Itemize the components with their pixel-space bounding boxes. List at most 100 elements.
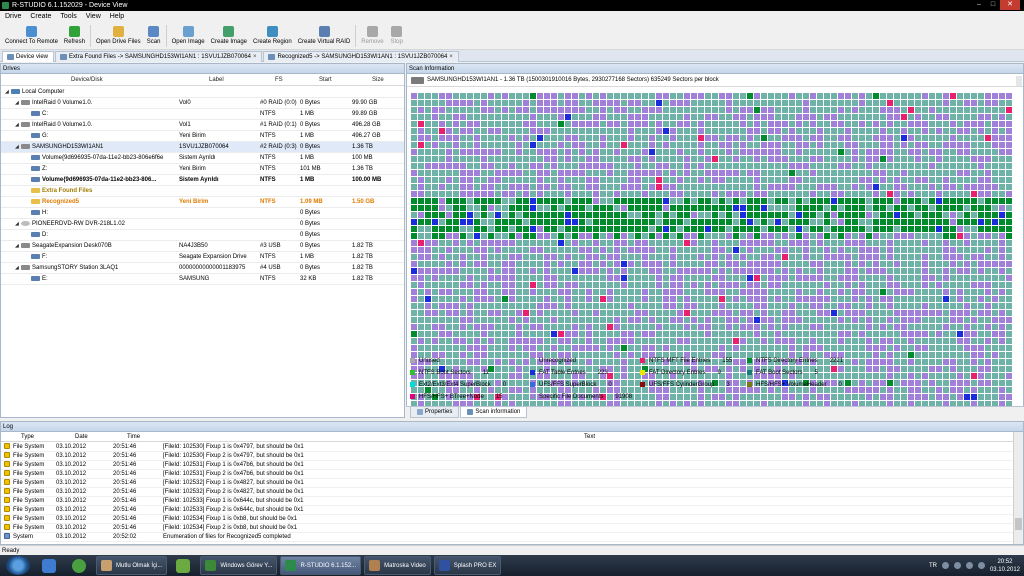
tab-2[interactable]: Recognized5 -> SAMSUNGHD153WI1AN1 : 1SVU…: [263, 51, 459, 63]
create-image-button[interactable]: Create Image: [208, 22, 250, 50]
log-col-time[interactable]: Time: [127, 432, 140, 442]
tray-icon[interactable]: [965, 562, 973, 569]
drive-row[interactable]: ◢ IntelRaid 0 Volume1.0. Vol1 #1 RAID (0:1)…: [1, 120, 404, 131]
drive-row[interactable]: Volume{9d696935-07da-11e2-bb23-806... Sis…: [1, 175, 404, 186]
taskbar-pin-ie[interactable]: [36, 556, 62, 575]
drive-row[interactable]: Volume{9d696935-07da-11e2-bb23-806e6f6e S…: [1, 153, 404, 164]
scan-block: [621, 121, 627, 127]
scan-block: [600, 156, 606, 162]
drive-row[interactable]: D: 0 Bytes: [1, 230, 404, 241]
log-scroll-thumb[interactable]: [1015, 518, 1022, 530]
menu-view[interactable]: View: [86, 11, 101, 22]
scan-block: [698, 226, 704, 232]
scan-block: [551, 261, 557, 267]
menu-create[interactable]: Create: [30, 11, 51, 22]
scan-block: [838, 142, 844, 148]
close-button[interactable]: ✕: [1000, 0, 1020, 10]
scan-block: [880, 93, 886, 99]
tray-icon[interactable]: [977, 562, 985, 569]
scan-block: [516, 128, 522, 134]
log-col-date[interactable]: Date: [75, 432, 88, 442]
scan-block: [432, 142, 438, 148]
scan-block: [586, 233, 592, 239]
taskbar-window[interactable]: R-STUDIO 6.1.152...: [280, 556, 362, 575]
drive-row[interactable]: F: Seagate Expansion Drive NTFS 1 MB 1.82 TB: [1, 252, 404, 263]
scan-button[interactable]: Scan: [144, 22, 164, 50]
taskbar-pin-torrent[interactable]: [66, 556, 92, 575]
create-virtual-raid-button[interactable]: Create Virtual RAID: [295, 22, 354, 50]
drive-row[interactable]: ◢ IntelRaid 0 Volume1.0. Vol0 #0 RAID (0:0)…: [1, 98, 404, 109]
log-scrollbar[interactable]: [1013, 432, 1023, 544]
open-drive-files-button[interactable]: Open Drive Files: [93, 22, 144, 50]
col-device[interactable]: Device/Disk: [71, 74, 103, 86]
taskbar-window[interactable]: Windows Görev Y...: [200, 556, 278, 575]
tab-close-icon[interactable]: ×: [449, 52, 453, 63]
start-button[interactable]: [6, 556, 30, 575]
scan-block: [502, 275, 508, 281]
create-region-button[interactable]: Create Region: [250, 22, 295, 50]
log-row[interactable]: File System 03.10.2012 20:51:46 [FileId: 10…: [1, 479, 1013, 488]
minimize-button[interactable]: –: [972, 0, 986, 10]
tray-icon[interactable]: [953, 562, 961, 569]
tab-icon: [7, 54, 14, 60]
log-col-text[interactable]: Text: [584, 432, 595, 442]
scan-tab-scan-information[interactable]: Scan information: [460, 407, 528, 418]
scan-block: [502, 254, 508, 260]
log-row[interactable]: File System 03.10.2012 20:51:46 [FileId: 10…: [1, 506, 1013, 515]
scan-block: [845, 240, 851, 246]
maximize-button[interactable]: □: [986, 0, 1000, 10]
drive-row[interactable]: C: NTFS 1 MB 99.89 GB: [1, 109, 404, 120]
drive-row[interactable]: G: Yeni Birim NTFS 1 MB 496.27 GB: [1, 131, 404, 142]
log-col-type[interactable]: Type: [21, 432, 34, 442]
scan-block: [649, 247, 655, 253]
scan-block: [572, 233, 578, 239]
log-row[interactable]: File System 03.10.2012 20:51:46 [FileId: 10…: [1, 461, 1013, 470]
log-row[interactable]: File System 03.10.2012 20:51:46 [FileId: 10…: [1, 524, 1013, 533]
drive-row[interactable]: Extra Found Files: [1, 186, 404, 197]
connect-to-remote-button[interactable]: Connect To Remote: [2, 22, 61, 50]
drive-row[interactable]: ◢ SAMSUNGHD153WI1AN1 1SVU1JZB070064 #2 RAID…: [1, 142, 404, 153]
log-row[interactable]: File System 03.10.2012 20:51:46 [FileId: 10…: [1, 488, 1013, 497]
col-size[interactable]: Size: [372, 74, 384, 86]
col-label[interactable]: Label: [209, 74, 224, 86]
taskbar-app-icon[interactable]: [170, 556, 196, 575]
scan-block: [761, 135, 767, 141]
open-image-button[interactable]: Open Image: [169, 22, 208, 50]
drive-row[interactable]: E: SAMSUNG NTFS 32 KB 1.82 TB: [1, 274, 404, 285]
scan-block: [614, 247, 620, 253]
log-row[interactable]: File System 03.10.2012 20:51:46 [FileId: 10…: [1, 470, 1013, 479]
drive-row[interactable]: ◢ SamsungSTORY Station 3LAQ1 0000000000000…: [1, 263, 404, 274]
tab-0[interactable]: Device view: [2, 51, 55, 62]
scan-block: [859, 296, 865, 302]
drive-row[interactable]: ◢ PIONEERDVD-RW DVR-218L1.02 0 Bytes: [1, 219, 404, 230]
tab-close-icon[interactable]: ×: [253, 52, 257, 63]
taskbar-window[interactable]: Mutlu Olmak İçi...: [96, 556, 168, 575]
scan-tab-label: Scan information: [475, 409, 521, 415]
taskbar-window[interactable]: Splash PRO EX: [433, 556, 502, 575]
language-indicator[interactable]: TR: [929, 563, 937, 569]
scan-block: [880, 128, 886, 134]
log-row[interactable]: File System 03.10.2012 20:51:46 [FileId: 10…: [1, 452, 1013, 461]
drive-row[interactable]: ◢ Local Computer: [1, 87, 404, 98]
tray-icon[interactable]: [941, 562, 949, 569]
scan-block: [663, 345, 669, 351]
scan-tab-properties[interactable]: Properties: [410, 407, 460, 418]
drive-row[interactable]: H: 0 Bytes: [1, 208, 404, 219]
log-row[interactable]: File System 03.10.2012 20:51:46 [FileId: 10…: [1, 515, 1013, 524]
menu-tools[interactable]: Tools: [60, 11, 76, 22]
scan-block: [481, 226, 487, 232]
log-row[interactable]: System 03.10.2012 20:52:02 Enumeration of f…: [1, 533, 1013, 542]
tab-1[interactable]: Extra Found Files -> SAMSUNGHD153WI1AN1 …: [55, 51, 263, 63]
clock[interactable]: 20:52 03.10.2012: [990, 558, 1020, 574]
menu-help[interactable]: Help: [110, 11, 124, 22]
col-fs[interactable]: FS: [275, 74, 283, 86]
drive-row[interactable]: ◢ SeagateExpansion Desk070B NA4J3B50 #3 USB…: [1, 241, 404, 252]
drive-row[interactable]: Z: Yeni Birim NTFS 101 MB 1.36 TB: [1, 164, 404, 175]
log-row[interactable]: File System 03.10.2012 20:51:46 [FileId: 10…: [1, 497, 1013, 506]
col-start[interactable]: Start: [319, 74, 332, 86]
refresh-button[interactable]: Refresh: [61, 22, 88, 50]
drive-row[interactable]: Recognized5 Yeni Birim NTFS 1.09 MB 1.50 GB: [1, 197, 404, 208]
taskbar-window[interactable]: Matroska Video: [364, 556, 431, 575]
menu-drive[interactable]: Drive: [5, 11, 21, 22]
log-row[interactable]: File System 03.10.2012 20:51:46 [FileId: 10…: [1, 443, 1013, 452]
